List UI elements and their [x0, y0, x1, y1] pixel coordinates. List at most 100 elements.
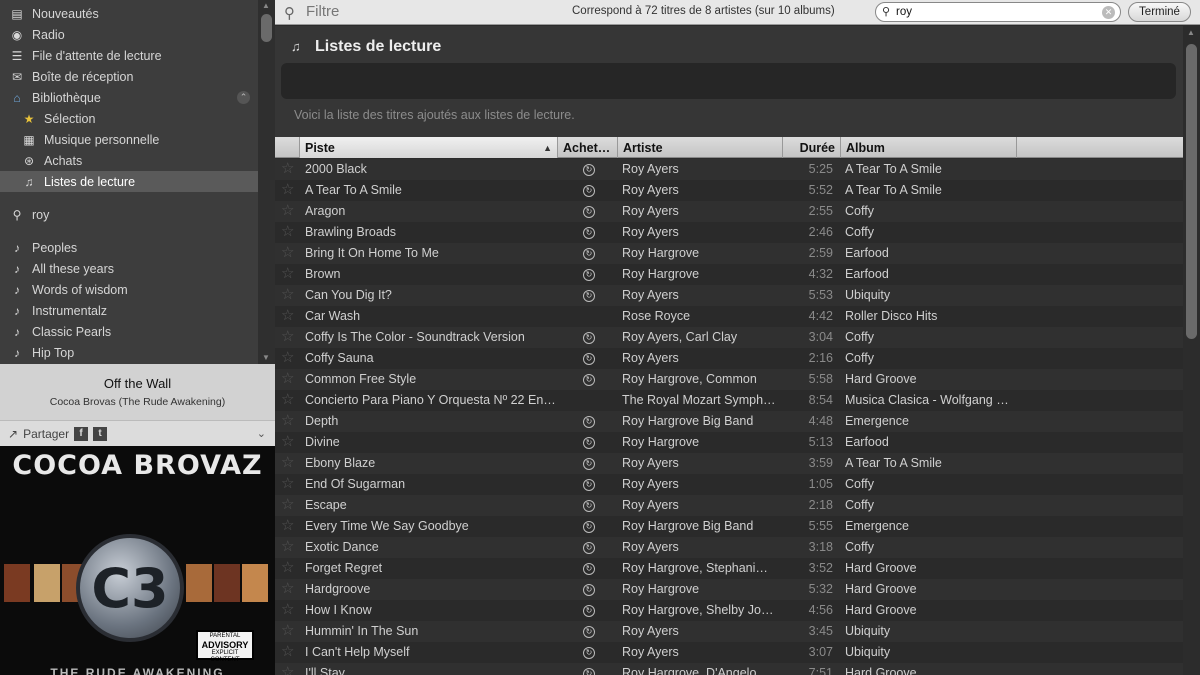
sidebar-item[interactable]: ☰ File d'attente de lecture [0, 45, 258, 66]
track-artist[interactable]: Roy Ayers [622, 201, 780, 222]
track-album[interactable]: Coffy [845, 201, 1015, 222]
sidebar-item[interactable]: ♪ All these years [0, 258, 258, 279]
facebook-icon[interactable]: f [74, 426, 89, 441]
table-row[interactable]: ☆ Forget Regret ↻ Roy Hargrove, Stephani… 3:… [275, 558, 1183, 579]
track-artist[interactable]: Rose Royce [622, 306, 780, 327]
table-row[interactable]: ☆ Divine ↻ Roy Hargrove 5:13 Earfood [275, 432, 1183, 453]
track-album[interactable]: Ubiquity [845, 642, 1015, 663]
track-artist[interactable]: Roy Ayers [622, 180, 780, 201]
track-artist[interactable]: Roy Ayers [622, 495, 780, 516]
table-row[interactable]: ☆ Every Time We Say Goodbye ↻ Roy Hargrove … [275, 516, 1183, 537]
table-row[interactable]: ☆ 2000 Black ↻ Roy Ayers 5:25 A Tear To A Smi… [275, 159, 1183, 180]
track-artist[interactable]: Roy Hargrove [622, 243, 780, 264]
track-artist[interactable]: Roy Hargrove, Common [622, 369, 780, 390]
sidebar-item[interactable]: ♪ Classic Pearls [0, 321, 258, 342]
track-album[interactable]: Earfood [845, 243, 1015, 264]
now-playing-title[interactable]: Off the Wall [0, 376, 275, 391]
track-album[interactable]: A Tear To A Smile [845, 180, 1015, 201]
done-button[interactable]: Terminé [1128, 2, 1191, 22]
table-row[interactable]: ☆ Coffy Is The Color - Soundtrack Version… [275, 327, 1183, 348]
sidebar-item[interactable]: ▤ Nouveautés [0, 3, 258, 24]
table-row[interactable]: ☆ Car Wash Rose Royce 4:42 Roller Disco Hits [275, 306, 1183, 327]
scroll-up-icon[interactable]: ▲ [1187, 28, 1195, 37]
star-icon[interactable]: ☆ [281, 243, 297, 264]
track-album[interactable]: Earfood [845, 432, 1015, 453]
star-icon[interactable]: ☆ [281, 453, 297, 474]
star-icon[interactable]: ☆ [281, 474, 297, 495]
track-artist[interactable]: Roy Hargrove Big Band [622, 516, 780, 537]
search-box[interactable]: ⚲ ✕ [875, 2, 1121, 22]
sidebar-item[interactable]: ◉ Radio [0, 24, 258, 45]
table-row[interactable]: ☆ Hardgroove ↻ Roy Hargrove 5:32 Hard Groove [275, 579, 1183, 600]
track-album[interactable]: Hard Groove [845, 600, 1015, 621]
sidebar-item[interactable]: ♪ Instrumentalz [0, 300, 258, 321]
table-row[interactable]: ☆ End Of Sugarman ↻ Roy Ayers 1:05 Coffy [275, 474, 1183, 495]
table-row[interactable]: ☆ Common Free Style ↻ Roy Hargrove, Common 5… [275, 369, 1183, 390]
star-icon[interactable]: ☆ [281, 495, 297, 516]
track-album[interactable]: Roller Disco Hits [845, 306, 1015, 327]
sidebar-scroll-thumb[interactable] [261, 14, 272, 42]
star-icon[interactable]: ☆ [281, 348, 297, 369]
star-icon[interactable]: ☆ [281, 285, 297, 306]
star-icon[interactable]: ☆ [281, 642, 297, 663]
track-artist[interactable]: Roy Ayers [622, 222, 780, 243]
star-icon[interactable]: ☆ [281, 180, 297, 201]
star-icon[interactable]: ☆ [281, 516, 297, 537]
table-row[interactable]: ☆ Hummin' In The Sun ↻ Roy Ayers 3:45 Ubiquit… [275, 621, 1183, 642]
track-album[interactable]: Hard Groove [845, 558, 1015, 579]
now-playing-subtitle[interactable]: Cocoa Brovas (The Rude Awakening) [0, 396, 275, 408]
track-artist[interactable]: Roy Hargrove, Shelby Jo… [622, 600, 780, 621]
sidebar-item[interactable]: ♪ Words of wisdom [0, 279, 258, 300]
sidebar-item[interactable]: ✉ Boîte de réception [0, 66, 258, 87]
table-row[interactable]: ☆ Coffy Sauna ↻ Roy Ayers 2:16 Coffy [275, 348, 1183, 369]
star-icon[interactable]: ☆ [281, 537, 297, 558]
track-artist[interactable]: Roy Hargrove Big Band [622, 411, 780, 432]
star-icon[interactable]: ☆ [281, 579, 297, 600]
star-icon[interactable]: ☆ [281, 663, 297, 675]
scroll-down-icon[interactable]: ▼ [262, 353, 270, 362]
clear-search-icon[interactable]: ✕ [1102, 6, 1115, 19]
track-artist[interactable]: Roy Hargrove [622, 432, 780, 453]
star-icon[interactable]: ☆ [281, 327, 297, 348]
track-album[interactable]: Coffy [845, 327, 1015, 348]
track-artist[interactable]: Roy Hargrove [622, 579, 780, 600]
track-artist[interactable]: Roy Ayers [622, 453, 780, 474]
track-album[interactable]: Hard Groove [845, 663, 1015, 675]
search-input[interactable] [896, 5, 1096, 19]
twitter-icon[interactable]: t [93, 426, 108, 441]
track-album[interactable]: Coffy [845, 495, 1015, 516]
now-playing[interactable]: Off the Wall Cocoa Brovas (The Rude Awak… [0, 364, 275, 420]
column-header-artist[interactable]: Artiste [618, 137, 783, 158]
table-row[interactable]: ☆ How I Know ↻ Roy Hargrove, Shelby Jo… 4:56… [275, 600, 1183, 621]
table-row[interactable]: ☆ A Tear To A Smile ↻ Roy Ayers 5:52 A Tear T… [275, 180, 1183, 201]
table-row[interactable]: ☆ Aragon ↻ Roy Ayers 2:55 Coffy [275, 201, 1183, 222]
album-art[interactable]: COCOA BROVAZ C3 PARENTAL ADVISORY EXPLIC… [0, 446, 275, 675]
track-artist[interactable]: Roy Hargrove, Stephani… [622, 558, 780, 579]
sidebar-item[interactable]: ⌂ Bibliothèque ⌃ [0, 87, 258, 108]
star-icon[interactable]: ☆ [281, 369, 297, 390]
track-album[interactable]: Coffy [845, 348, 1015, 369]
star-icon[interactable]: ☆ [281, 201, 297, 222]
track-album[interactable]: Coffy [845, 474, 1015, 495]
track-album[interactable]: Hard Groove [845, 369, 1015, 390]
track-artist[interactable]: The Royal Mozart Symph… [622, 390, 780, 411]
track-artist[interactable]: Roy Ayers [622, 285, 780, 306]
table-row[interactable]: ☆ Ebony Blaze ↻ Roy Ayers 3:59 A Tear To A Sm… [275, 453, 1183, 474]
sidebar-item[interactable]: ⊛ Achats [0, 150, 258, 171]
track-album[interactable]: Coffy [845, 222, 1015, 243]
track-artist[interactable]: Roy Ayers [622, 474, 780, 495]
track-album[interactable]: A Tear To A Smile [845, 453, 1015, 474]
track-album[interactable]: A Tear To A Smile [845, 159, 1015, 180]
star-icon[interactable]: ☆ [281, 411, 297, 432]
star-icon[interactable]: ☆ [281, 621, 297, 642]
track-artist[interactable]: Roy Ayers, Carl Clay [622, 327, 780, 348]
star-icon[interactable]: ☆ [281, 600, 297, 621]
track-list-scroll-thumb[interactable] [1186, 44, 1197, 339]
column-header-purchased[interactable]: Achet… [558, 137, 618, 158]
collapse-icon[interactable]: ⌃ [237, 91, 250, 104]
column-header-album[interactable]: Album [841, 137, 1017, 158]
track-album[interactable]: Earfood [845, 264, 1015, 285]
table-row[interactable]: ☆ Concierto Para Piano Y Orquesta Nº 22 E… [275, 390, 1183, 411]
star-icon[interactable]: ☆ [281, 390, 297, 411]
table-row[interactable]: ☆ I Can't Help Myself ↻ Roy Ayers 3:07 Ubiqui… [275, 642, 1183, 663]
